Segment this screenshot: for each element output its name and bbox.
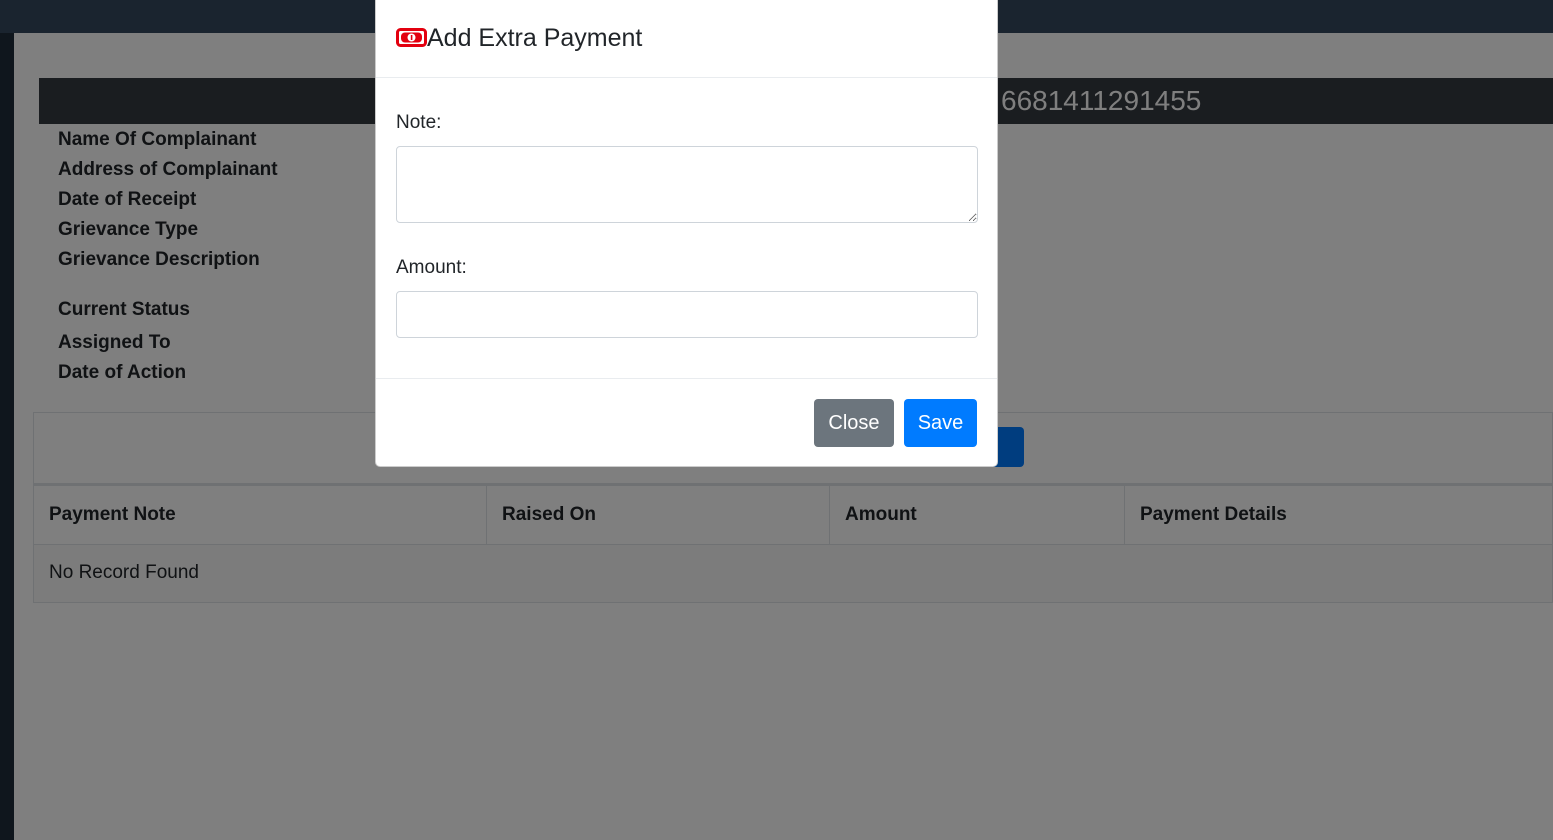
note-textarea[interactable] xyxy=(396,146,978,223)
modal-header: Add Extra Payment xyxy=(376,0,997,78)
close-button[interactable]: Close xyxy=(814,399,894,447)
amount-label: Amount: xyxy=(396,257,467,278)
modal-footer: Close Save xyxy=(376,379,997,467)
add-extra-payment-modal: Add Extra Payment Note: Amount: Close Sa… xyxy=(375,0,998,467)
note-label: Note: xyxy=(396,112,442,133)
money-bill-icon xyxy=(396,28,427,47)
modal-body: Note: Amount: xyxy=(376,78,997,379)
modal-title: Add Extra Payment xyxy=(427,24,643,52)
save-button[interactable]: Save xyxy=(904,399,977,447)
amount-input[interactable] xyxy=(396,291,978,338)
